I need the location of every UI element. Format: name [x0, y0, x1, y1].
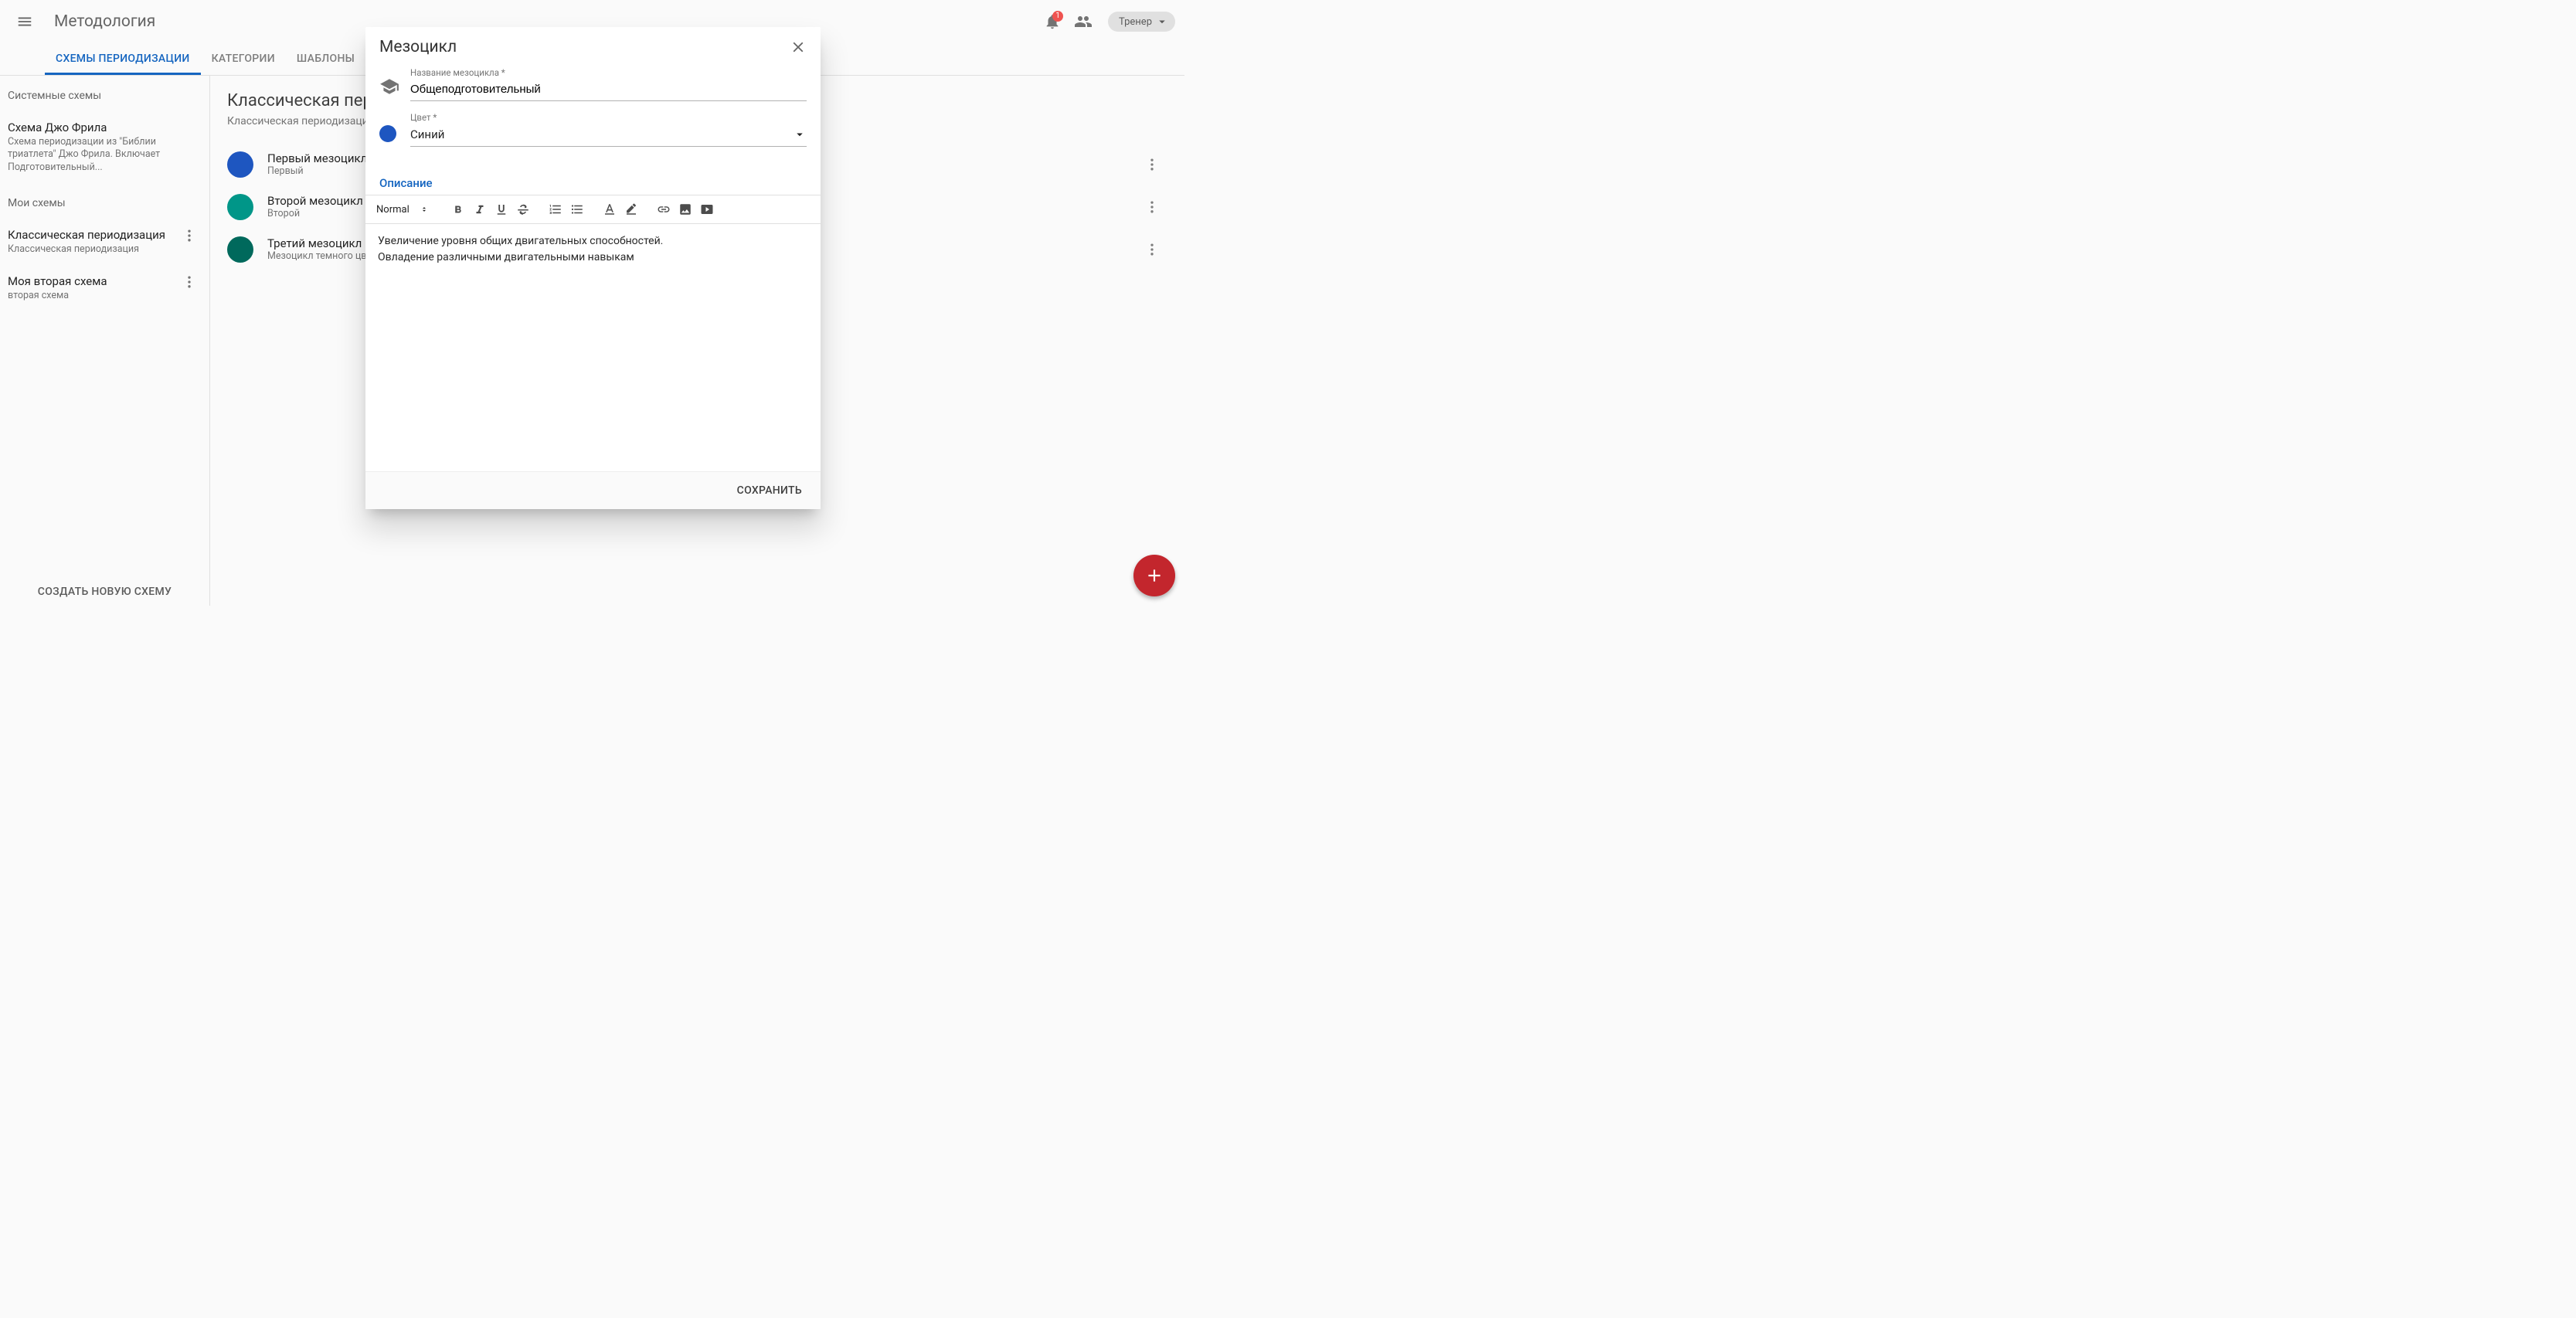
image-icon[interactable] [675, 199, 695, 219]
format-value: Normal [376, 204, 410, 216]
ordered-list-icon[interactable] [545, 199, 566, 219]
strikethrough-icon[interactable] [513, 199, 533, 219]
format-select[interactable]: Normal [376, 204, 436, 216]
editor-line: Увеличение уровня общих двигательных спо… [378, 233, 808, 250]
underline-icon[interactable] [491, 199, 511, 219]
description-toggle[interactable]: Описание [379, 176, 807, 190]
bullet-list-icon[interactable] [567, 199, 587, 219]
description-editor[interactable]: Увеличение уровня общих двигательных спо… [365, 224, 821, 471]
highlight-color-icon[interactable] [621, 199, 641, 219]
bold-icon[interactable] [448, 199, 468, 219]
text-color-icon[interactable] [600, 199, 620, 219]
chevron-updown-icon [420, 206, 428, 213]
color-field-label: Цвет * [410, 112, 807, 123]
color-swatch-icon [379, 125, 396, 142]
chevron-down-icon [793, 127, 807, 141]
link-icon[interactable] [654, 199, 674, 219]
editor-toolbar: Normal [365, 195, 821, 224]
editor-line: Овладение различными двигательными навык… [378, 250, 808, 266]
close-icon[interactable] [790, 39, 807, 56]
save-button[interactable]: СОХРАНИТЬ [729, 480, 810, 501]
mesocycle-dialog: Мезоцикл Название мезоцикла * Цвет * Син… [365, 27, 821, 509]
name-input[interactable] [410, 80, 807, 101]
italic-icon[interactable] [470, 199, 490, 219]
video-icon[interactable] [697, 199, 717, 219]
name-field-label: Название мезоцикла * [410, 67, 807, 78]
color-select[interactable]: Синий [410, 124, 807, 147]
color-value: Синий [410, 127, 444, 141]
dialog-title: Мезоцикл [379, 38, 790, 56]
graduation-icon [379, 76, 410, 101]
